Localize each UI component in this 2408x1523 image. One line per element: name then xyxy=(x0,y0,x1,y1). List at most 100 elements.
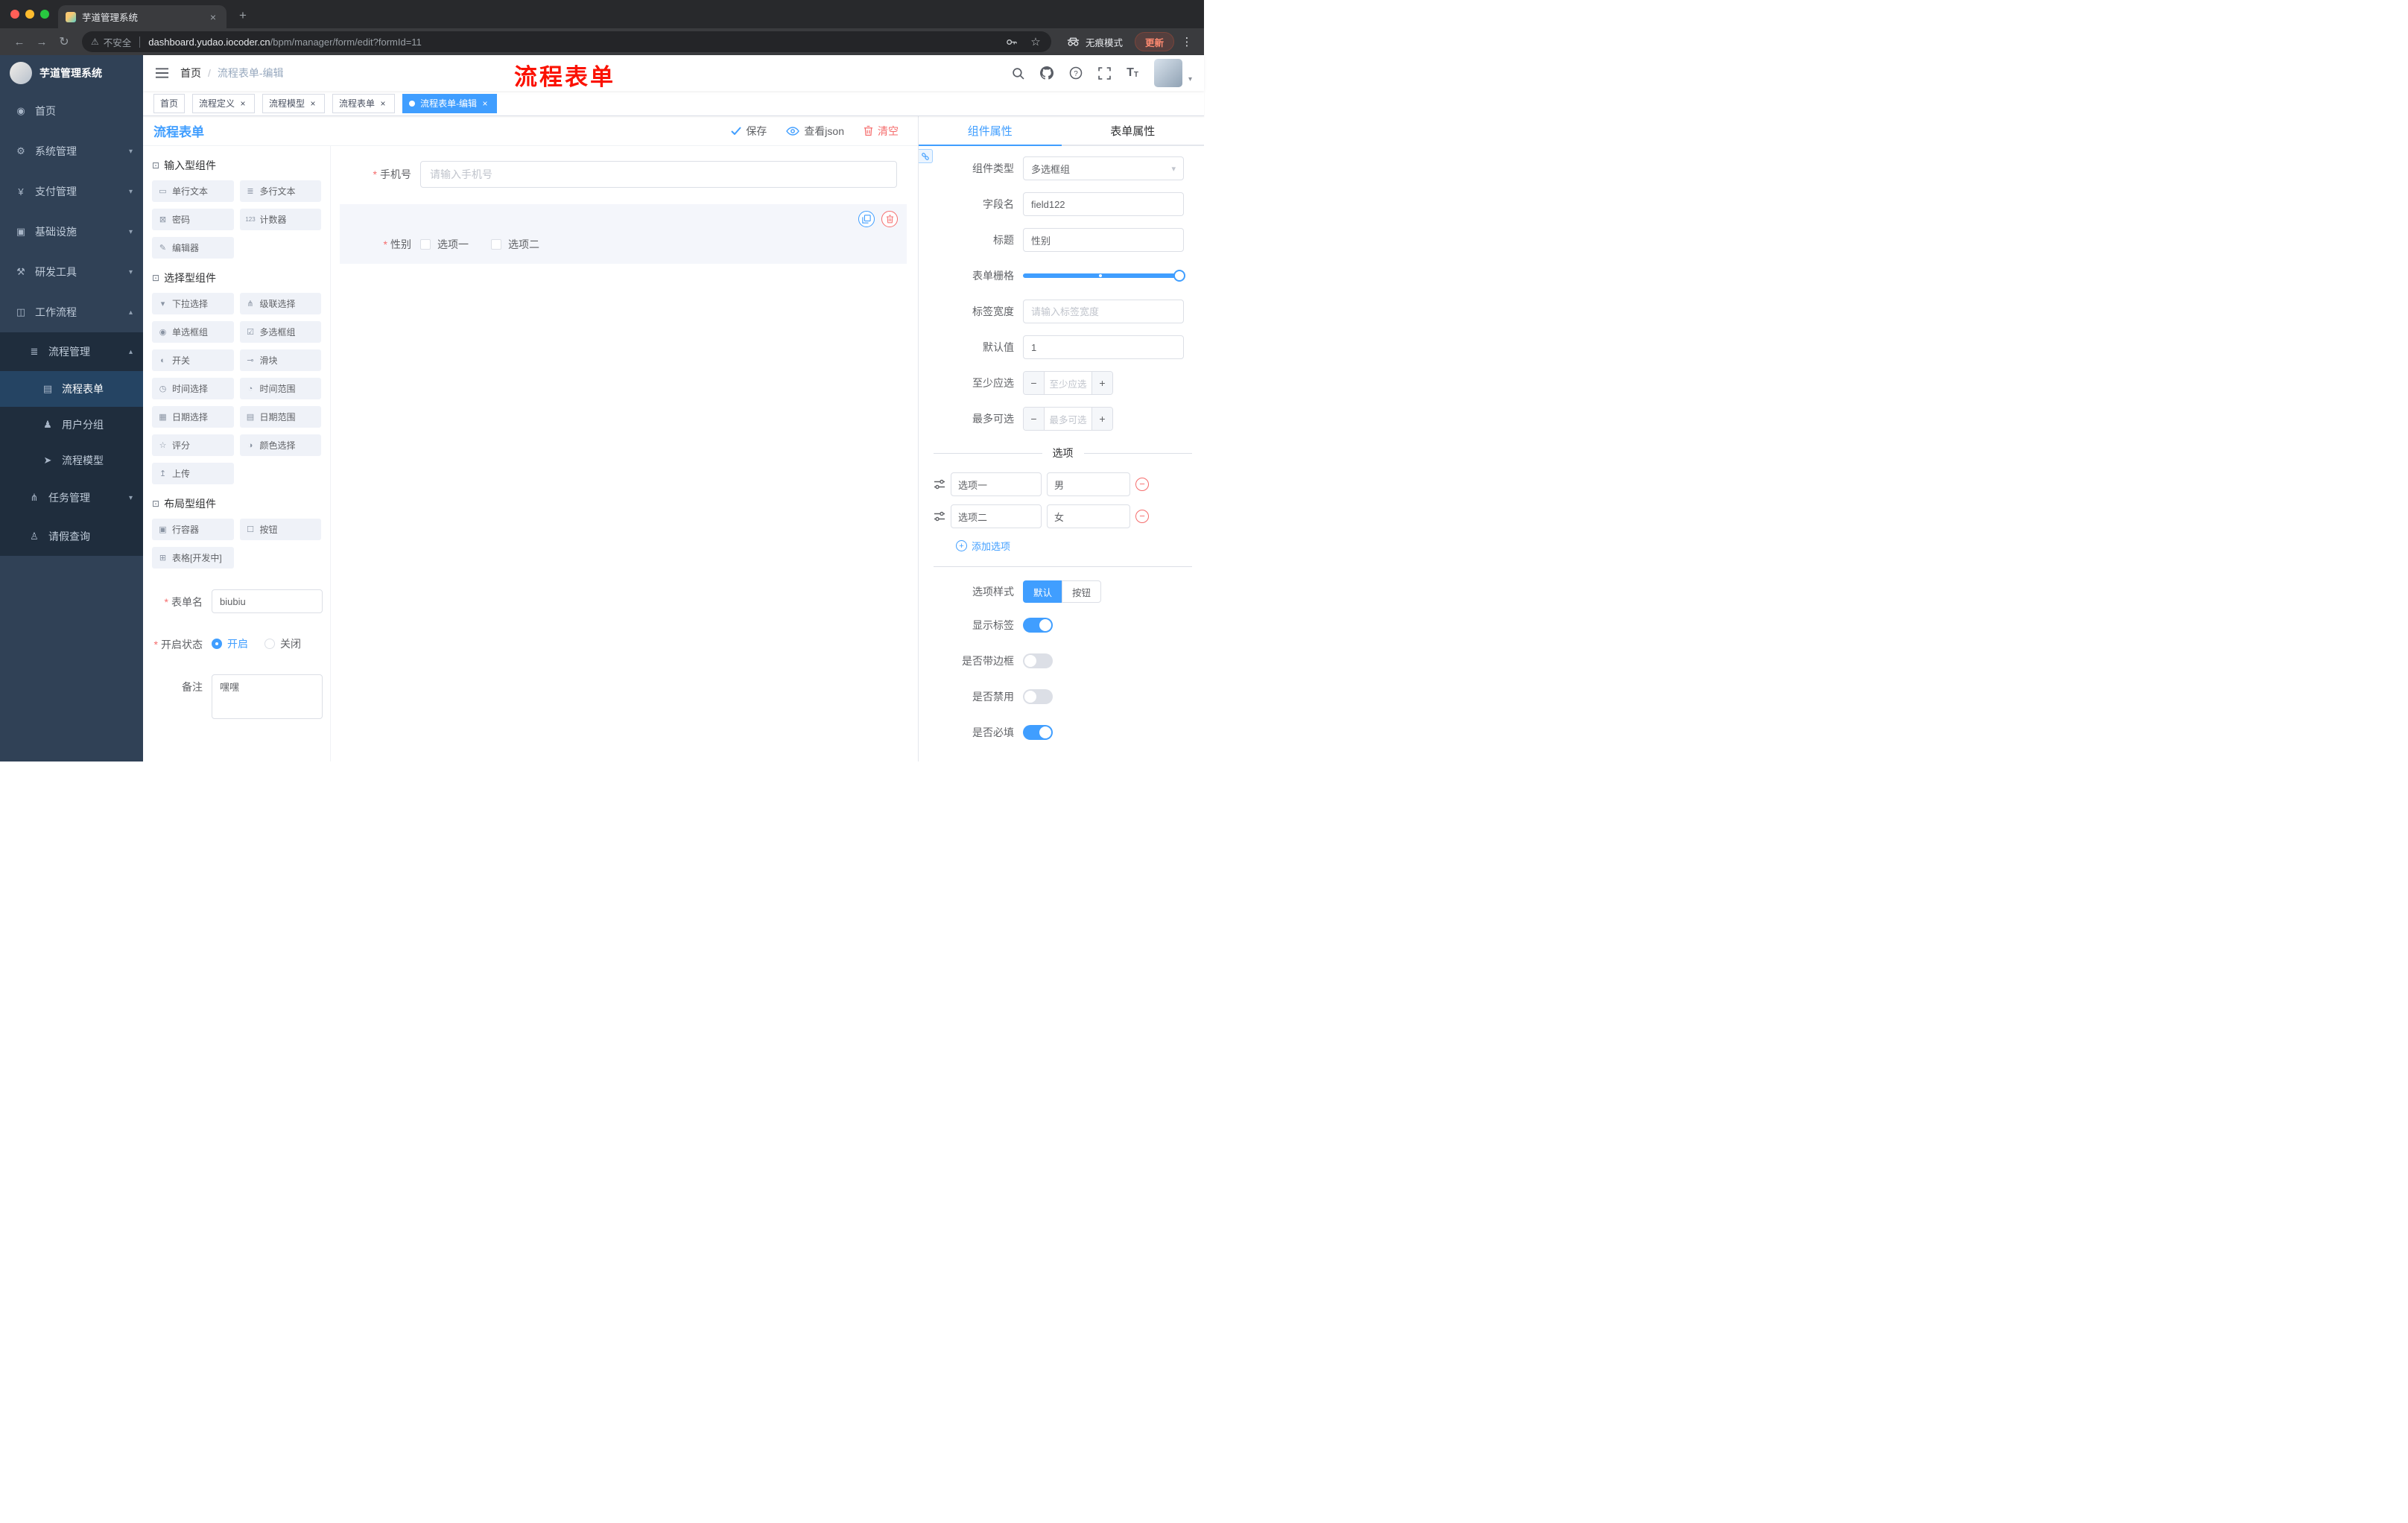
view-json-button[interactable]: 查看json xyxy=(786,124,844,139)
palette-item-button[interactable]: ☐ 按钮 xyxy=(239,519,321,540)
browser-update-button[interactable]: 更新 xyxy=(1134,32,1174,51)
palette-item-select[interactable]: ▾ 下拉选择 xyxy=(152,293,234,314)
sidebar-item-process-mgmt[interactable]: ≣ 流程管理 xyxy=(0,332,143,371)
remove-option-icon[interactable] xyxy=(1135,510,1149,523)
palette-item-password[interactable]: ⊠ 密码 xyxy=(152,209,234,230)
tag-home[interactable]: 首页 xyxy=(153,93,186,113)
option-value-input[interactable] xyxy=(1047,472,1130,496)
increase-button[interactable] xyxy=(1091,408,1112,430)
close-window-button[interactable] xyxy=(10,10,19,19)
password-key-icon[interactable] xyxy=(1002,32,1021,51)
component-type-select[interactable]: 多选框组 xyxy=(1023,156,1184,180)
min-select-value[interactable]: 至少应选 xyxy=(1045,372,1091,394)
save-button[interactable]: 保存 xyxy=(731,124,767,139)
remove-option-icon[interactable] xyxy=(1135,478,1149,491)
palette-item-cascader[interactable]: ⋔ 级联选择 xyxy=(239,293,321,314)
reload-icon[interactable] xyxy=(54,31,75,52)
max-select-value[interactable]: 最多可选 xyxy=(1045,408,1091,430)
link-badge-icon[interactable] xyxy=(919,149,933,163)
option-value-input[interactable] xyxy=(1047,504,1130,528)
browser-menu-icon[interactable] xyxy=(1179,33,1195,51)
checkbox-option-1[interactable]: 选项一 xyxy=(420,237,469,252)
selected-component-gender[interactable]: 性别 选项一 选项二 xyxy=(340,204,907,264)
tag-process-definition[interactable]: 流程定义 xyxy=(192,93,256,113)
form-name-input[interactable] xyxy=(212,589,323,613)
decrease-button[interactable] xyxy=(1024,408,1045,430)
style-default-button[interactable]: 默认 xyxy=(1023,580,1062,603)
option-name-input[interactable] xyxy=(951,472,1042,496)
back-icon[interactable] xyxy=(9,31,30,52)
sidebar-item-process-model[interactable]: ➤ 流程模型 xyxy=(0,443,143,478)
palette-item-color-picker[interactable]: ◑ 颜色选择 xyxy=(239,434,321,456)
zoom-window-button[interactable] xyxy=(40,10,49,19)
palette-item-date-range[interactable]: ▤ 日期范围 xyxy=(239,406,321,428)
avatar-caret-icon[interactable] xyxy=(1188,75,1192,87)
security-warning-icon[interactable] xyxy=(91,37,99,47)
tab-form-props[interactable]: 表单属性 xyxy=(1062,116,1205,145)
sidebar-item-payment-mgmt[interactable]: ¥ 支付管理 xyxy=(0,171,143,212)
font-size-icon[interactable]: TT xyxy=(1127,67,1138,79)
sidebar-item-workflow[interactable]: ◫ 工作流程 xyxy=(0,292,143,332)
add-option-button[interactable]: 添加选项 xyxy=(956,539,1192,553)
required-switch[interactable] xyxy=(1023,725,1053,740)
palette-item-time-range[interactable]: ◔ 时间范围 xyxy=(239,378,321,399)
browser-tab[interactable]: 芋道管理系统 xyxy=(58,5,226,28)
form-grid-slider[interactable] xyxy=(1023,264,1185,288)
palette-item-checkbox-group[interactable]: ☑ 多选框组 xyxy=(239,321,321,343)
search-icon[interactable] xyxy=(1012,67,1024,80)
sidebar-item-devtools[interactable]: ⚒ 研发工具 xyxy=(0,252,143,292)
increase-button[interactable] xyxy=(1091,372,1112,394)
sidebar-item-home[interactable]: ◉ 首页 xyxy=(0,91,143,131)
disabled-switch[interactable] xyxy=(1023,689,1053,704)
style-button-button[interactable]: 按钮 xyxy=(1062,580,1102,603)
address-bar[interactable]: 不安全 dashboard.yudao.iocoder.cn/bpm/manag… xyxy=(82,31,1051,52)
palette-item-multi-line-text[interactable]: ≣ 多行文本 xyxy=(239,180,321,202)
palette-item-counter[interactable]: 123 计数器 xyxy=(239,209,321,230)
tag-process-model[interactable]: 流程模型 xyxy=(262,93,326,113)
palette-item-editor[interactable]: ✎ 编辑器 xyxy=(152,237,234,259)
title-input[interactable] xyxy=(1023,228,1184,252)
sidebar-item-process-form[interactable]: ▤ 流程表单 xyxy=(0,371,143,407)
new-tab-button[interactable] xyxy=(232,5,253,26)
sidebar-item-infrastructure[interactable]: ▣ 基础设施 xyxy=(0,212,143,252)
field-name-input[interactable] xyxy=(1023,192,1184,216)
drag-handle-icon[interactable] xyxy=(934,511,945,522)
border-switch[interactable] xyxy=(1023,653,1053,668)
phone-field-input[interactable] xyxy=(420,161,897,188)
tag-close-icon[interactable] xyxy=(308,98,318,109)
label-width-input[interactable] xyxy=(1023,300,1184,323)
slider-handle[interactable] xyxy=(1173,270,1185,282)
palette-item-switch[interactable]: ◐ 开关 xyxy=(152,349,234,371)
copy-component-button[interactable] xyxy=(858,211,875,227)
delete-component-button[interactable] xyxy=(881,211,898,227)
default-value-input[interactable] xyxy=(1023,335,1184,359)
sidebar-toggle-icon[interactable] xyxy=(155,67,169,79)
bookmark-star-icon[interactable] xyxy=(1026,32,1045,51)
user-avatar[interactable] xyxy=(1153,59,1182,87)
sidebar-item-leave-query[interactable]: ♙ 请假查询 xyxy=(0,517,143,556)
github-icon[interactable] xyxy=(1040,66,1054,80)
forward-icon[interactable] xyxy=(31,31,52,52)
form-remark-textarea[interactable]: 嘿嘿 xyxy=(212,674,323,719)
fullscreen-icon[interactable] xyxy=(1098,66,1111,80)
palette-item-table[interactable]: ⊞ 表格[开发中] xyxy=(152,547,234,569)
palette-item-date-picker[interactable]: ▦ 日期选择 xyxy=(152,406,234,428)
sidebar-item-task-mgmt[interactable]: ⋔ 任务管理 xyxy=(0,478,143,517)
palette-item-rate[interactable]: ☆ 评分 xyxy=(152,434,234,456)
radio-on[interactable]: 开启 xyxy=(212,636,248,651)
tab-component-props[interactable]: 组件属性 xyxy=(919,116,1062,146)
tag-process-form-edit[interactable]: 流程表单-编辑 xyxy=(402,93,498,113)
breadcrumb-home[interactable]: 首页 xyxy=(180,66,201,80)
checkbox-option-2[interactable]: 选项二 xyxy=(491,237,539,252)
tag-close-icon[interactable] xyxy=(238,98,248,109)
palette-item-upload[interactable]: ↥ 上传 xyxy=(152,463,234,484)
show-label-switch[interactable] xyxy=(1023,618,1053,633)
clear-button[interactable]: 清空 xyxy=(864,124,899,139)
decrease-button[interactable] xyxy=(1024,372,1045,394)
palette-item-radio-group[interactable]: ◉ 单选框组 xyxy=(152,321,234,343)
sidebar-item-user-group[interactable]: ♟ 用户分组 xyxy=(0,407,143,443)
minimize-window-button[interactable] xyxy=(25,10,34,19)
radio-off[interactable]: 关闭 xyxy=(264,636,301,651)
tag-process-form[interactable]: 流程表单 xyxy=(332,93,396,113)
palette-item-row-container[interactable]: ▣ 行容器 xyxy=(152,519,234,540)
